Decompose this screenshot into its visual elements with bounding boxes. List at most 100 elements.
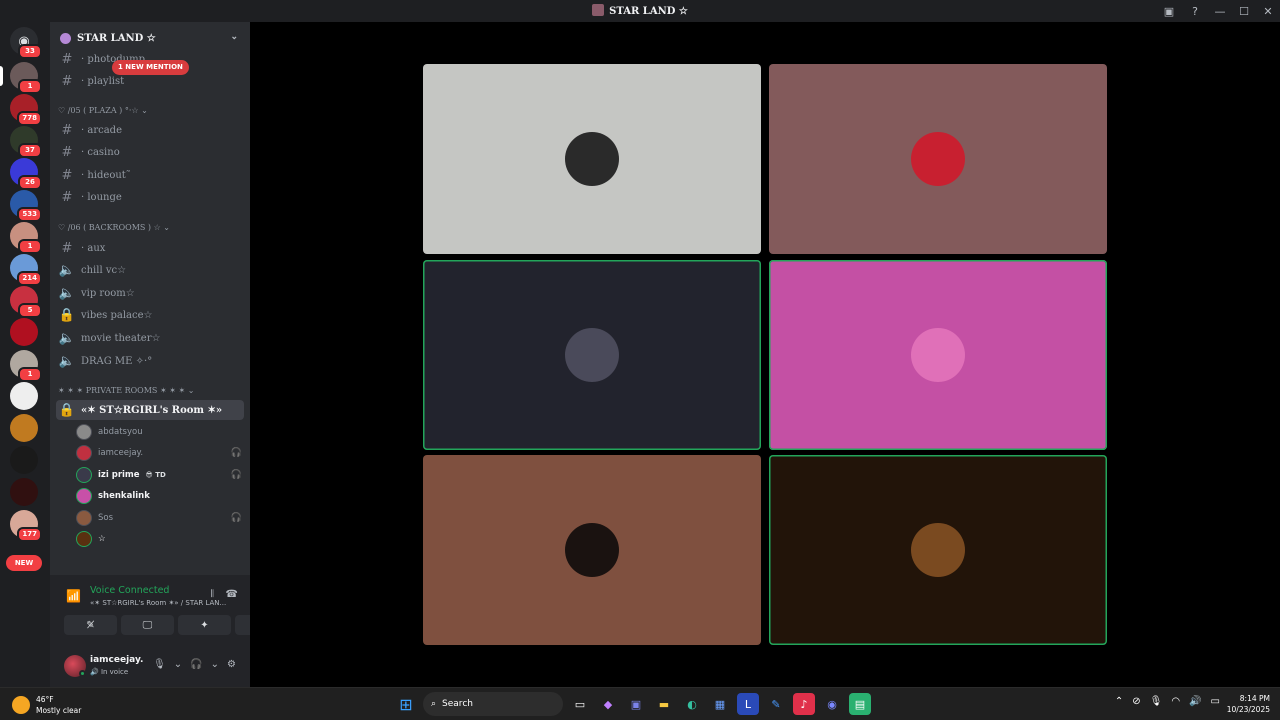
discord-icon[interactable]: ◉ (821, 693, 843, 715)
participant-tile[interactable] (423, 64, 761, 254)
headphones-icon[interactable]: 🎧 (190, 659, 202, 670)
voice-user-name: iamceejay. (98, 448, 144, 459)
participant-tile[interactable] (769, 455, 1107, 645)
close-button[interactable]: ✕ (1256, 0, 1280, 22)
volume-icon[interactable]: 🔊 (1189, 696, 1201, 707)
participant-avatar (911, 523, 965, 577)
voice-user[interactable]: izi prime 😎 TD 🎧 (76, 465, 246, 485)
channel-item[interactable]: # · arcade (56, 120, 244, 140)
app-icon[interactable]: ▤ (849, 693, 871, 715)
l-app-icon[interactable]: L (737, 693, 759, 715)
server-icon[interactable] (10, 414, 38, 442)
time: 8:14 PM (1239, 694, 1270, 703)
maximize-button[interactable]: ☐ (1232, 0, 1256, 22)
channel-item[interactable]: # · hideout˜ (56, 165, 244, 185)
deafened-icon: 🎧 (230, 512, 242, 523)
server-icon[interactable]: 5 (10, 286, 42, 318)
microphone-icon[interactable]: 🎙 (153, 659, 166, 670)
server-icon[interactable]: 1 (10, 350, 42, 382)
voice-user[interactable]: Sos 🎧 (76, 508, 246, 528)
channel-item[interactable]: # · casino (56, 143, 244, 163)
taskbar-search[interactable]: ⌕ Search (423, 692, 563, 716)
battery-icon[interactable]: ▭ (1211, 696, 1220, 707)
inbox-icon[interactable]: ▣ (1156, 0, 1182, 22)
windows-start-icon[interactable]: ⊞ (395, 693, 417, 715)
music-icon[interactable]: ♪ (793, 693, 815, 715)
server-badge: 37 (18, 143, 42, 158)
voice-user[interactable]: abdatsyou (76, 422, 246, 442)
help-icon[interactable]: ? (1182, 0, 1208, 22)
channel-category[interactable]: ♡ /06 ( BACKROOMS ) ☆ ⌄ (58, 223, 170, 232)
store-icon[interactable]: ▦ (709, 693, 731, 715)
window-title-text: STAR LAND ☆ (609, 6, 688, 17)
participant-tile[interactable] (423, 455, 761, 645)
channel-type-icon: # (61, 167, 73, 183)
clock[interactable]: 8:14 PM 10/23/2025 (1227, 693, 1270, 715)
minimize-button[interactable]: — (1208, 0, 1232, 22)
chevron-down-icon[interactable]: ⌄ (174, 659, 182, 670)
camera-off-icon[interactable]: ⊘ (1132, 696, 1140, 707)
channel-item[interactable]: 🔈 DRAG ME ✧·° (56, 351, 244, 371)
server-icon[interactable] (10, 446, 38, 474)
voice-user[interactable]: ☆ (76, 529, 246, 549)
channel-category[interactable]: ✶ ✶ ✶ PRIVATE ROOMS ✶ ✶ ✶ ⌄ (58, 386, 194, 395)
teams-icon[interactable]: ▣ (625, 693, 647, 715)
server-icon[interactable]: 778 (10, 94, 42, 126)
activities-button[interactable]: ✦ (178, 615, 231, 635)
signal-icon[interactable]: 📶 (66, 589, 81, 603)
file-explorer-icon[interactable]: ▬ (653, 693, 675, 715)
avatar (76, 531, 92, 547)
server-icon[interactable]: 214 (10, 254, 42, 286)
settings-gear-icon[interactable]: ⚙ (227, 659, 236, 670)
taskbar: 46°F Mostly clear ⊞ ⌕ Search ▭ ◆ ▣ ▬ ◐ ▦ … (0, 687, 1280, 720)
server-icon[interactable] (10, 382, 38, 410)
server-icon[interactable]: 1 (10, 222, 42, 254)
channel-item[interactable]: 🔈 vip room☆ (56, 283, 244, 303)
copilot-icon[interactable]: ◆ (597, 693, 619, 715)
camera-button[interactable]: ✎̸ (64, 615, 117, 635)
server-badge: 177 (17, 527, 42, 542)
paint-icon[interactable]: ✎ (765, 693, 787, 715)
screen-share-button[interactable]: 🖵 (121, 615, 174, 635)
active-voice-channel[interactable]: 🔒 «✶ ST☆RGIRL's Room ✶» (56, 400, 244, 420)
participant-tile[interactable] (423, 260, 761, 450)
server-icon[interactable] (10, 478, 38, 506)
participant-avatar (565, 523, 619, 577)
server-icon[interactable]: 1 (10, 62, 42, 94)
home-button[interactable]: ◉ 33 (10, 27, 42, 59)
server-icon[interactable]: 26 (10, 158, 42, 190)
disconnect-icon[interactable]: ☎ (226, 589, 238, 600)
participant-tile[interactable] (769, 64, 1107, 254)
participant-tile[interactable] (769, 260, 1107, 450)
noise-suppression-icon[interactable]: 𝄃 (211, 589, 213, 600)
server-icon[interactable]: 37 (10, 126, 42, 158)
chevron-down-icon[interactable]: ⌄ (230, 32, 238, 42)
channel-item[interactable]: 🔈 chill vc☆ (56, 261, 244, 281)
channel-type-icon: 🔈 (58, 353, 76, 369)
new-mention-badge[interactable]: 1 NEW MENTION (112, 60, 189, 75)
chevron-down-icon[interactable]: ⌄ (211, 659, 219, 670)
voice-user[interactable]: shenkalink (76, 486, 246, 506)
server-badge: 1 (18, 367, 42, 382)
channel-item[interactable]: # · aux (56, 238, 244, 258)
channel-item[interactable]: 🔒 vibes palace☆ (56, 306, 244, 326)
server-icon[interactable]: 533 (10, 190, 42, 222)
weather-widget[interactable]: 46°F Mostly clear (12, 694, 81, 716)
channel-item[interactable]: 🔈 movie theater☆ (56, 328, 244, 348)
task-view-icon[interactable]: ▭ (569, 693, 591, 715)
channel-name: «✶ ST☆RGIRL's Room ✶» (81, 404, 223, 416)
voice-user-name: shenkalink (98, 491, 150, 502)
channel-item[interactable]: # · lounge (56, 188, 244, 208)
username[interactable]: iamceejay. (90, 655, 143, 665)
channel-category[interactable]: ♡ /05 ( PLAZA ) °·☆ ⌄ (58, 106, 148, 115)
microphone-icon[interactable]: 🎙 (1150, 696, 1163, 707)
server-icon[interactable]: 177 (10, 510, 42, 542)
channel-name: · playlist (81, 75, 125, 87)
server-icon[interactable] (10, 318, 38, 346)
wifi-icon[interactable]: ◠ (1171, 696, 1180, 707)
channel-type-icon: # (61, 122, 73, 138)
voice-location[interactable]: «✶ ST☆RGIRL's Room ✶» / STAR LAN... (90, 599, 238, 607)
edge-icon[interactable]: ◐ (681, 693, 703, 715)
chevron-up-icon[interactable]: ⌃ (1115, 696, 1123, 707)
voice-user[interactable]: iamceejay. 🎧 (76, 443, 246, 463)
